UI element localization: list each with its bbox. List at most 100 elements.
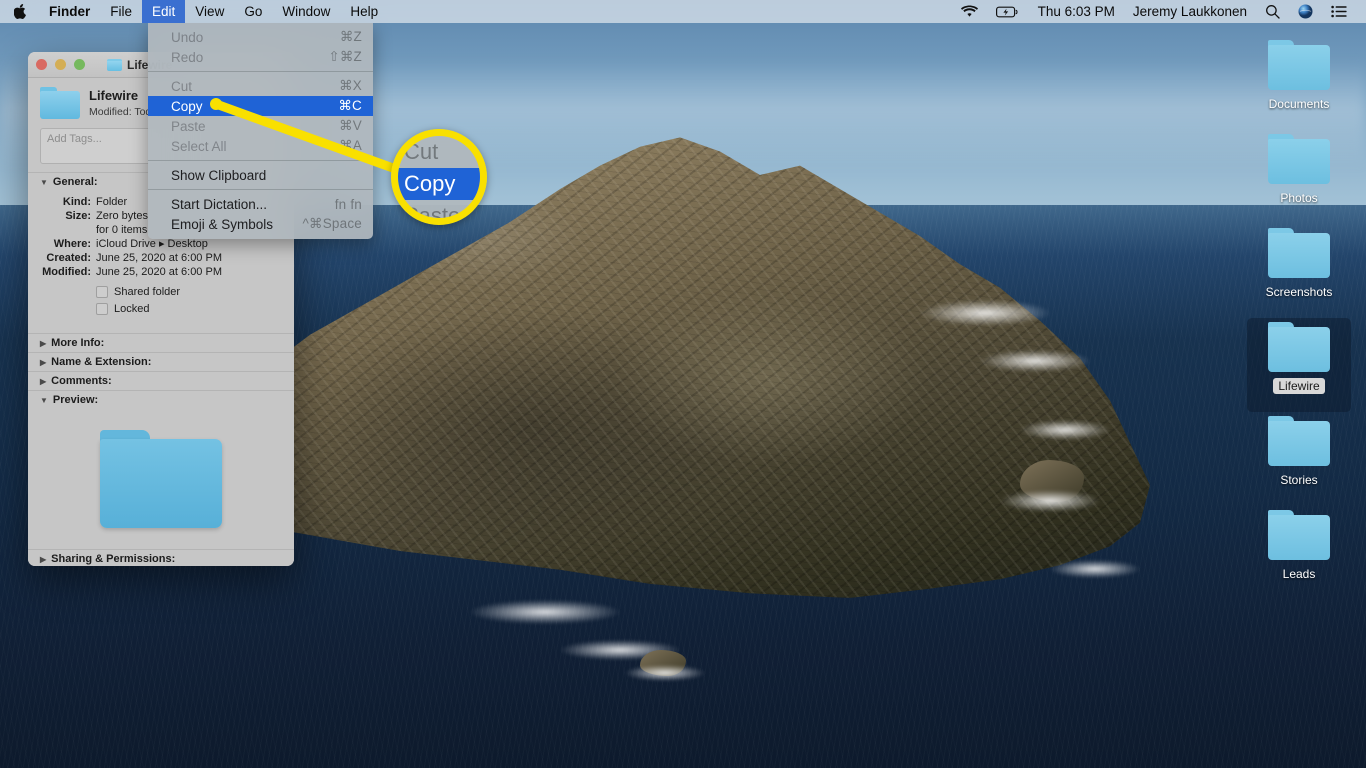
desktop-icon-documents[interactable]: Documents [1247, 36, 1351, 130]
folder-icon [1268, 40, 1330, 90]
menu-item-emoji-symbols[interactable]: Emoji & Symbols ^⌘Space [148, 214, 373, 234]
menu-item-start-dictation[interactable]: Start Dictation... fn fn [148, 194, 373, 214]
user-name[interactable]: Jeremy Laukkonen [1124, 0, 1256, 23]
menu-item-shortcut: ⌘A [339, 138, 362, 154]
section-comments-label: Comments: [51, 375, 112, 387]
wallpaper-surf [980, 350, 1090, 372]
section-more-info[interactable]: ▶ More Info: [28, 333, 294, 352]
menu-edit[interactable]: Edit [142, 0, 185, 23]
control-center-icon[interactable] [1322, 0, 1356, 23]
field-label: Where: [40, 237, 96, 251]
edit-menu-dropdown: Undo ⌘Z Redo ⇧⌘Z Cut ⌘X Copy ⌘C Paste ⌘V… [148, 23, 373, 239]
menu-item-shortcut: ⌘Z [340, 29, 362, 45]
menu-help[interactable]: Help [340, 0, 388, 23]
desktop-icon-label: Screenshots [1261, 284, 1338, 300]
section-sharing-label: Sharing & Permissions: [51, 553, 175, 565]
desktop-icon-label: Stories [1275, 472, 1322, 488]
wallpaper-surf [470, 600, 620, 624]
section-comments[interactable]: ▶ Comments: [28, 371, 294, 390]
minimize-button[interactable] [55, 59, 66, 70]
desktop-icon-label: Lifewire [1273, 378, 1324, 394]
folder-icon-preview [100, 430, 222, 528]
menu-item-label: Undo [171, 30, 340, 45]
menu-item-shortcut: ⌘C [338, 98, 362, 114]
desktop-icon-label: Photos [1275, 190, 1322, 206]
menu-item-paste[interactable]: Paste ⌘V [148, 116, 373, 136]
siri-icon[interactable] [1289, 0, 1322, 23]
menu-item-shortcut: ⌘V [339, 118, 362, 134]
field-label: Size: [40, 209, 96, 223]
folder-icon-large [40, 87, 80, 119]
desktop-icon-lifewire[interactable]: Lifewire [1247, 318, 1351, 412]
checkbox-shared-folder[interactable]: Shared folder [96, 283, 282, 300]
chevron-right-icon: ▶ [40, 358, 46, 367]
checkbox-label: Locked [114, 303, 149, 315]
menu-item-undo[interactable]: Undo ⌘Z [148, 27, 373, 47]
wifi-icon[interactable] [952, 0, 987, 23]
general-checkboxes: Shared folder Locked [40, 279, 282, 325]
menu-item-label: Emoji & Symbols [171, 217, 302, 232]
clock[interactable]: Thu 6:03 PM [1029, 0, 1124, 23]
menu-item-shortcut: fn fn [335, 197, 362, 212]
menu-item-shortcut: ⇧⌘Z [328, 49, 362, 65]
section-name-extension[interactable]: ▶ Name & Extension: [28, 352, 294, 371]
desktop-icon-leads[interactable]: Leads [1247, 506, 1351, 600]
menu-item-show-clipboard[interactable]: Show Clipboard [148, 165, 373, 185]
field-value: June 25, 2020 at 6:00 PM [96, 265, 282, 279]
zoom-button[interactable] [74, 59, 85, 70]
field-value: June 25, 2020 at 6:00 PM [96, 251, 282, 265]
menu-item-label: Cut [171, 79, 339, 94]
menu-item-label: Select All [171, 139, 339, 154]
menu-item-redo[interactable]: Redo ⇧⌘Z [148, 47, 373, 67]
menu-item-label: Copy [171, 99, 338, 114]
menu-item-shortcut: ⌘X [339, 78, 362, 94]
menu-view[interactable]: View [185, 0, 234, 23]
magnifier-content: Cut Copy Paste [391, 136, 487, 225]
apple-logo-icon[interactable] [0, 0, 39, 23]
menu-separator [148, 160, 373, 161]
chevron-down-icon: ▼ [40, 178, 48, 187]
magnifier-callout: Cut Copy Paste [391, 129, 487, 225]
menu-item-cut[interactable]: Cut ⌘X [148, 76, 373, 96]
desktop-icon-screenshots[interactable]: Screenshots [1247, 224, 1351, 318]
folder-icon [1268, 134, 1330, 184]
menu-separator [148, 189, 373, 190]
field-label: Created: [40, 251, 96, 265]
menu-item-label: Show Clipboard [171, 168, 362, 183]
checkbox-box[interactable] [96, 286, 108, 298]
section-name-extension-label: Name & Extension: [51, 356, 151, 368]
desktop-icon-stories[interactable]: Stories [1247, 412, 1351, 506]
chevron-right-icon: ▶ [40, 339, 46, 348]
menu-bar-status: Thu 6:03 PM Jeremy Laukkonen [952, 0, 1366, 23]
field-label: Modified: [40, 265, 96, 279]
battery-charging-icon[interactable] [987, 0, 1029, 23]
chevron-down-icon: ▼ [40, 396, 48, 405]
menu-item-copy[interactable]: Copy ⌘C [148, 96, 373, 116]
folder-icon [1268, 416, 1330, 466]
menu-window[interactable]: Window [272, 0, 340, 23]
section-more-info-label: More Info: [51, 337, 104, 349]
section-preview-label: Preview: [53, 394, 98, 406]
menu-item-label: Redo [171, 50, 328, 65]
wallpaper-surf [1050, 560, 1140, 578]
checkbox-box[interactable] [96, 303, 108, 315]
wallpaper-surf [1020, 420, 1110, 440]
close-button[interactable] [36, 59, 47, 70]
field-label [40, 223, 96, 237]
menu-go[interactable]: Go [234, 0, 272, 23]
search-icon[interactable] [1256, 0, 1289, 23]
section-preview[interactable]: ▼ Preview: [28, 390, 294, 409]
section-sharing-permissions[interactable]: ▶ Sharing & Permissions: [28, 549, 294, 566]
traffic-lights [36, 59, 85, 70]
desktop-icon-photos[interactable]: Photos [1247, 130, 1351, 224]
menu-file[interactable]: File [100, 0, 142, 23]
menu-item-select-all[interactable]: Select All ⌘A [148, 136, 373, 156]
menu-item-label: Paste [171, 119, 339, 134]
desktop-icon-label: Leads [1278, 566, 1321, 582]
checkbox-locked[interactable]: Locked [96, 300, 282, 317]
field-created: Created: June 25, 2020 at 6:00 PM [40, 251, 282, 265]
menu-finder[interactable]: Finder [39, 0, 100, 23]
desktop-icon-column: Documents Photos Screenshots Lifewire St… [1240, 36, 1358, 600]
wallpaper-surf [920, 300, 1050, 326]
chevron-right-icon: ▶ [40, 377, 46, 386]
